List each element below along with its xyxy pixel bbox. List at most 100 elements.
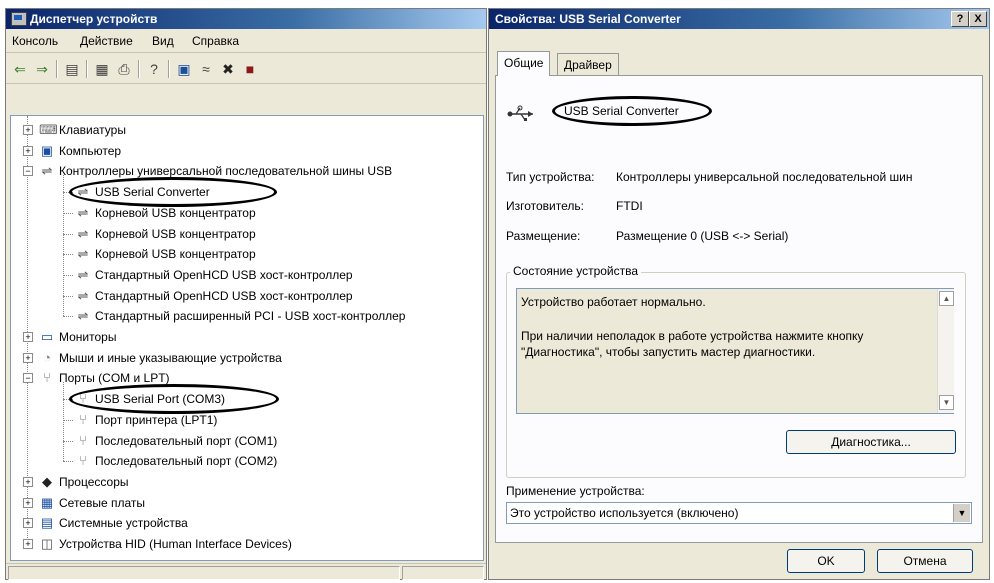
tree-item-label: Стандартный расширенный PCI - USB хост-к… [95,309,406,324]
expand-icon[interactable]: + [23,332,33,342]
tree-branch-line [63,295,73,297]
usb-icon: ⇌ [77,225,89,241]
tree-category-item[interactable]: + ▣ Компьютер [11,141,481,161]
usb-icon: ⇌ [77,308,89,324]
properties-title: Свойства: USB Serial Converter [495,12,681,26]
tree-item-label: Корневой USB концентратор [95,226,256,241]
tree-category-item[interactable]: + ◔ Мыши и иные указывающие устройства [11,348,481,368]
network-icon: ▦ [40,494,54,510]
tree-item-label: Стандартный OpenHCD USB хост-контроллер [95,288,353,303]
tree-child-item[interactable]: ⇌ Корневой USB концентратор [11,244,481,264]
tree-item-label: Системные устройства [59,516,188,531]
tree-child-item[interactable]: ⇌ Корневой USB концентратор [11,203,481,223]
device-type-label: Тип устройства: [506,170,595,184]
tree-item-label: Сетевые платы [59,495,146,510]
collapse-icon[interactable]: − [23,373,33,384]
scroll-down-icon[interactable]: ▼ [939,395,954,410]
tree-child-item[interactable]: ⇌ Стандартный OpenHCD USB хост-контроллер [11,286,481,306]
disable-icon[interactable]: ✖ [220,61,236,77]
keyboard-icon: ⌨ [39,122,58,137]
tree-branch-line [63,233,73,235]
tab-driver[interactable]: Драйвер [557,53,619,76]
tree-item-label: Компьютер [59,143,122,158]
tree-category-item[interactable]: + ▤ Системные устройства [11,513,481,533]
properties-dialog: Свойства: USB Serial Converter ? X Общие… [488,8,990,580]
status-scrollbar[interactable]: ▲ ▼ [937,289,954,413]
tree-item-label: Корневой USB концентратор [95,247,256,262]
ok-button[interactable]: OK [787,549,865,573]
print-icon[interactable]: ⎙ [116,61,132,77]
location-label: Размещение: [506,229,581,243]
tree-branch-line [63,254,73,256]
tree-child-item[interactable]: ⑂ Порт принтера (LPT1) [11,410,481,430]
tree-category-item[interactable]: + ▭ Мониторы [11,327,481,347]
tree-category-item[interactable]: − ⇌ Контроллеры универсальной последовател… [11,161,481,181]
tree-branch-line [63,461,73,463]
menu-action[interactable]: Действие [80,34,133,48]
back-icon[interactable]: ⇐ [12,61,28,77]
tree-branch-line [63,316,73,318]
forward-icon[interactable]: ⇒ [34,61,50,77]
menu-view[interactable]: Вид [152,34,174,48]
uninstall-icon[interactable]: ■ [242,61,258,77]
device-type-value: Контроллеры универсальной последовательн… [616,170,913,184]
expand-icon[interactable]: + [23,518,33,529]
tree-item-label: Мыши и иные указывающие устройства [59,350,282,365]
tree-category-item[interactable]: + ◆ Процессоры [11,472,481,492]
tree-child-item[interactable]: ⇌ Стандартный OpenHCD USB хост-контроллер [11,265,481,285]
menu-console[interactable]: Консоль [12,34,58,48]
tree-item-label: Последовательный порт (COM2) [95,454,278,469]
device-status-textbox[interactable]: Устройство работает нормально. При налич… [516,288,954,414]
tree-item-label: Клавиатуры [59,123,126,137]
monitor-icon: ▭ [40,329,54,344]
tree-category-item[interactable]: + ⌨ Клавиатуры [11,120,481,140]
menu-bar: Консоль Действие Вид Справка [6,30,486,53]
manufacturer-value: FTDI [616,199,643,213]
help-icon[interactable]: ? [146,61,162,77]
device-manager-titlebar[interactable]: Диспетчер устройств [6,9,486,29]
device-tree: + ⌨ Клавиатуры + ▣ Компьютер − ⇌ Контроллеры уни… [10,115,484,561]
general-tab-panel: USB Serial Converter Тип устройства: Кон… [495,75,983,543]
system-icon: ▤ [40,515,54,531]
expand-icon[interactable]: + [23,476,33,487]
hid-icon: ◫ [40,536,54,551]
expand-icon[interactable]: + [23,352,33,363]
tab-general[interactable]: Общие [497,51,551,76]
tree-child-item[interactable]: ⑂ Последовательный порт (COM1) [11,431,481,451]
port-icon: ⑂ [79,453,87,469]
cancel-button[interactable]: Отмена [877,549,973,573]
help-title-button[interactable]: ? [951,11,969,27]
tree-category-item[interactable]: + ▦ Сетевые платы [11,493,481,513]
collapse-icon[interactable]: − [23,166,33,177]
highlight-oval-device-name [552,96,712,126]
toolbar: ⇐ ⇒ ▤ ▦ ⎙ ? ▣ ≈ ✖ ■ [6,55,486,84]
tree-child-item[interactable]: ⇌ Стандартный расширенный PCI - USB хост-… [11,306,481,326]
expand-icon[interactable]: + [23,145,33,156]
tree-child-item[interactable]: ⇌ Корневой USB концентратор [11,224,481,244]
expand-icon[interactable]: + [23,539,33,549]
usb-icon: ⇌ [77,287,89,303]
tree-category-item[interactable]: − ⑂ Порты (COM и LPT) [11,368,481,388]
computer-icon: ▣ [40,142,54,158]
properties-titlebar[interactable]: Свойства: USB Serial Converter ? X [489,9,989,29]
diagnostics-button[interactable]: Диагностика... [786,430,956,454]
location-value: Размещение 0 (USB <-> Serial) [616,229,789,243]
tree-branch-line [63,274,73,276]
tree-item-label: Процессоры [59,474,129,489]
view-icon[interactable]: ▦ [94,61,110,77]
close-button[interactable]: X [969,11,987,27]
tree-child-item[interactable]: ⑂ Последовательный порт (COM2) [11,451,481,471]
usage-select[interactable]: Это устройство используется (включено) ▼ [506,502,972,524]
update-icon[interactable]: ≈ [198,61,214,77]
expand-icon[interactable]: + [23,125,33,135]
tree-category-item[interactable]: + ◫ Устройства HID (Human Interface Device… [11,534,481,554]
device-manager-icon [11,12,27,26]
expand-icon[interactable]: + [23,497,33,508]
chevron-down-icon[interactable]: ▼ [953,504,970,522]
properties-icon[interactable]: ▤ [64,61,80,77]
manufacturer-label: Изготовитель: [506,199,584,213]
scan-icon[interactable]: ▣ [176,61,192,77]
scroll-up-icon[interactable]: ▲ [939,291,954,306]
status-line-1: Устройство работает нормально. [521,295,706,309]
menu-help[interactable]: Справка [192,34,239,48]
